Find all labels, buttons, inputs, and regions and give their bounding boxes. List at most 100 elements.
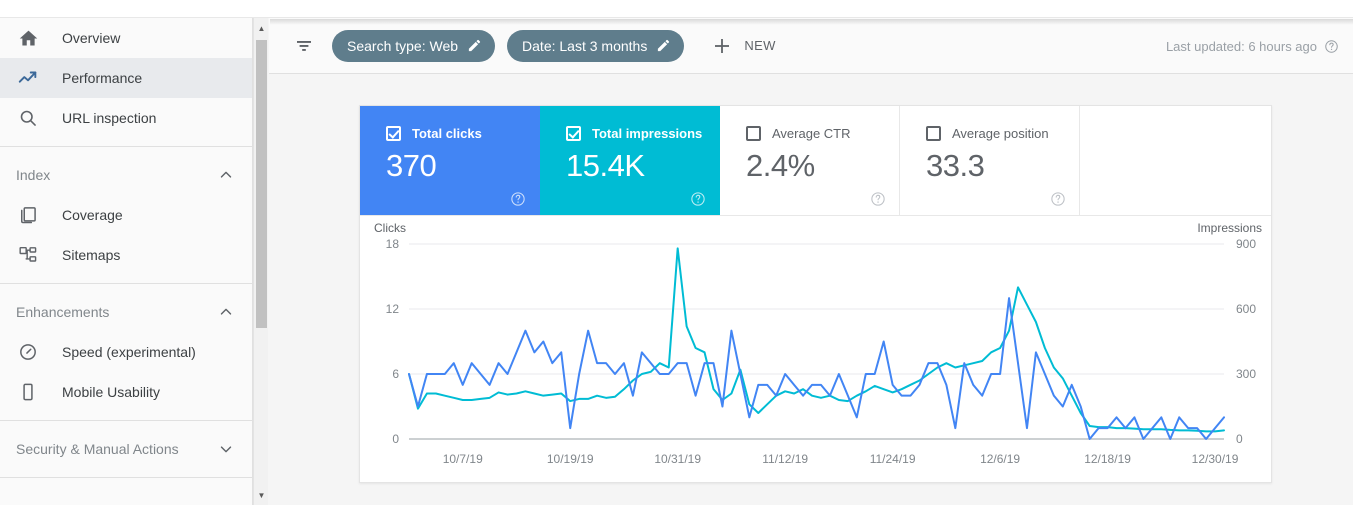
x-axis-tick: 12/18/19 [1084,452,1131,466]
speedometer-icon [16,340,40,364]
y2-axis-tick: 600 [1236,302,1256,316]
app-header-strip [0,0,1353,18]
trending-up-icon [16,66,40,90]
new-filter-label: NEW [744,38,776,53]
scroll-up-arrow-icon[interactable]: ▲ [254,20,269,36]
performance-chart[interactable]: Clicks Impressions 0 0 6 300 12 600 18 900 10/7/19… [360,216,1271,483]
sidebar-item-coverage[interactable]: Coverage [0,195,252,235]
pencil-icon[interactable] [467,38,482,53]
metric-label: Total clicks [412,126,482,141]
sidebar: Overview Performance URL inspection Index Co… [0,18,253,505]
scrollbar-thumb[interactable] [256,40,267,328]
chevron-down-icon[interactable] [216,439,236,459]
metric-header: Average position [926,126,1079,141]
sidebar-section-title: Index [16,167,51,183]
pencil-icon[interactable] [656,38,671,53]
sidebar-section-title: Enhancements [16,304,110,320]
metric-value: 15.4K [566,148,645,183]
chart-svg: Clicks Impressions 0 0 6 300 12 600 18 900 10/7/19… [374,221,1262,466]
sidebar-scrollbar[interactable]: ▲ ▼ [253,18,268,505]
metric-tile-average-position[interactable]: Average position 33.3 [900,106,1080,215]
sidebar-item-label: Coverage [62,207,123,223]
sidebar-divider [0,477,252,478]
sidebar-item-label: Sitemaps [62,247,121,263]
help-circle-icon[interactable] [510,191,526,207]
y-axis-tick: 6 [392,367,399,381]
metric-header: Total impressions [566,126,719,141]
metric-value: 370 [386,148,437,183]
metric-checkbox[interactable] [746,126,761,141]
help-circle-icon[interactable] [870,191,886,207]
sidebar-item-performance[interactable]: Performance [0,58,252,98]
help-circle-icon[interactable] [1050,191,1066,207]
sidebar-item-label: Mobile Usability [62,384,161,400]
metric-tiles: Total clicks 370 Total impressions 15.4K Ave… [360,106,1271,216]
funnel-icon[interactable] [292,34,316,58]
filter-toolbar: Search type: Web Date: Last 3 months NEW… [269,18,1353,74]
y-axis-tick: 18 [386,237,400,251]
sidebar-item-mobile-usability[interactable]: Mobile Usability [0,372,252,412]
metric-label: Average position [952,126,1049,141]
sidebar-section-title: Security & Manual Actions [16,441,179,457]
chart-line-impressions [408,247,1225,433]
x-axis-tick: 11/24/19 [870,452,916,466]
home-icon [16,26,40,50]
help-circle-icon[interactable] [690,191,706,207]
chip-date-range[interactable]: Date: Last 3 months [507,29,685,62]
metric-value: 2.4% [746,148,815,183]
metric-checkbox[interactable] [566,126,581,141]
chip-search-type[interactable]: Search type: Web [332,29,496,62]
pages-icon [16,203,40,227]
x-axis-tick: 11/12/19 [762,452,808,466]
metric-label: Total impressions [592,126,703,141]
sidebar-section-enhancements[interactable]: Enhancements [0,292,252,332]
y2-axis-tick: 0 [1236,432,1243,446]
last-updated-status: Last updated: 6 hours ago [1166,18,1339,74]
sidebar-section-index[interactable]: Index [0,155,252,195]
chevron-up-icon[interactable] [216,165,236,185]
chip-date-range-label: Date: Last 3 months [522,37,648,54]
sitemap-icon [16,243,40,267]
y2-axis-tick: 300 [1236,367,1256,381]
metric-label: Average CTR [772,126,851,141]
sidebar-divider [0,283,252,284]
main-content: Search type: Web Date: Last 3 months NEW… [269,18,1353,505]
sidebar-primary-group: Overview Performance URL inspection [0,18,252,138]
metric-empty-slot [1080,106,1271,215]
help-circle-icon[interactable] [1324,39,1339,54]
y-axis-tick: 12 [386,302,400,316]
y-axis-title: Clicks [374,221,406,235]
header-shadow [270,19,1353,25]
metric-tile-total-clicks[interactable]: Total clicks 370 [360,106,540,215]
search-icon [16,106,40,130]
new-filter-button[interactable]: NEW [704,30,786,62]
chip-search-type-label: Search type: Web [347,37,459,54]
metric-header: Total clicks [386,126,539,141]
metric-checkbox[interactable] [386,126,401,141]
metric-tile-average-ctr[interactable]: Average CTR 2.4% [720,106,900,215]
x-axis-tick: 12/30/19 [1192,452,1239,466]
sidebar-item-overview[interactable]: Overview [0,18,252,58]
mobile-phone-icon [16,380,40,404]
performance-card: Total clicks 370 Total impressions 15.4K Ave… [359,105,1272,483]
sidebar-divider [0,146,252,147]
metric-value: 33.3 [926,148,985,183]
x-axis-tick: 10/19/19 [547,452,594,466]
plus-icon [710,34,734,58]
sidebar-item-url-inspection[interactable]: URL inspection [0,98,252,138]
sidebar-section-security-manual-actions[interactable]: Security & Manual Actions [0,429,252,469]
last-updated-label: Last updated: 6 hours ago [1165,38,1317,54]
sidebar-item-label: URL inspection [62,110,157,126]
metric-checkbox[interactable] [926,126,941,141]
scroll-down-arrow-icon[interactable]: ▼ [254,487,269,503]
metric-header: Average CTR [746,126,899,141]
metric-tile-total-impressions[interactable]: Total impressions 15.4K [540,106,720,215]
sidebar-divider [0,420,252,421]
sidebar-item-sitemaps[interactable]: Sitemaps [0,235,252,275]
x-axis-tick: 12/6/19 [980,452,1020,466]
chart-line-clicks [408,297,1225,440]
chevron-up-icon[interactable] [216,302,236,322]
x-axis-tick: 10/31/19 [654,452,701,466]
sidebar-item-speed-experimental[interactable]: Speed (experimental) [0,332,252,372]
y-axis-tick: 0 [392,432,399,446]
